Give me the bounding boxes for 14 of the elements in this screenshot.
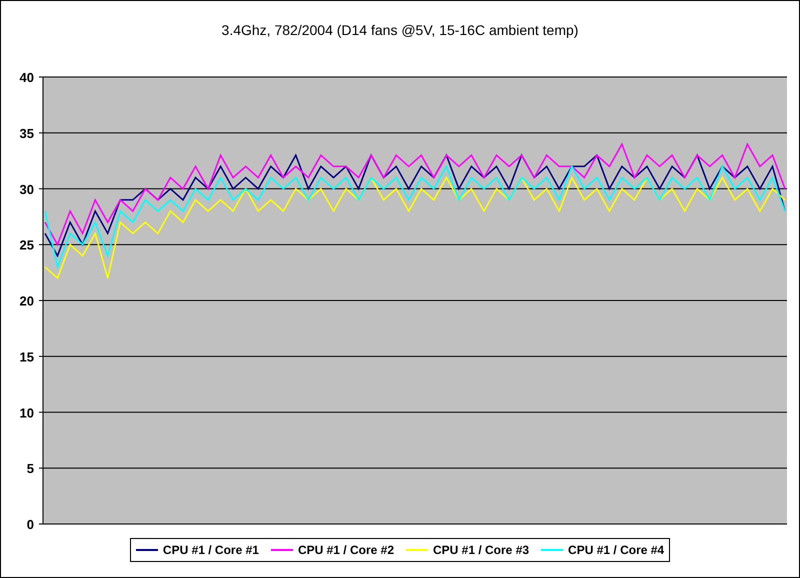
axis-tick-label: 15: [20, 349, 34, 364]
axis-tick-label: 25: [20, 238, 34, 253]
axis-tick-label: 30: [20, 182, 34, 197]
axis-tick-label: 35: [20, 126, 34, 141]
legend-label: CPU #1 / Core #4: [568, 542, 664, 559]
axis-tick-label: 40: [20, 70, 34, 85]
legend-label: CPU #1 / Core #1: [162, 542, 259, 559]
axis-tick-label: 20: [20, 294, 34, 308]
axis-tick-label: 0: [26, 517, 34, 532]
legend-label: CPU #1 / Core #2: [298, 542, 394, 559]
axis-tick-label: 5: [26, 461, 34, 476]
chart-title: 3.4Ghz, 782/2004 (D14 fans @5V, 15-16C ambient temp): [222, 21, 578, 40]
axis-tick-label: 10: [20, 405, 34, 420]
legend-label: CPU #1 / Core #3: [433, 542, 530, 559]
